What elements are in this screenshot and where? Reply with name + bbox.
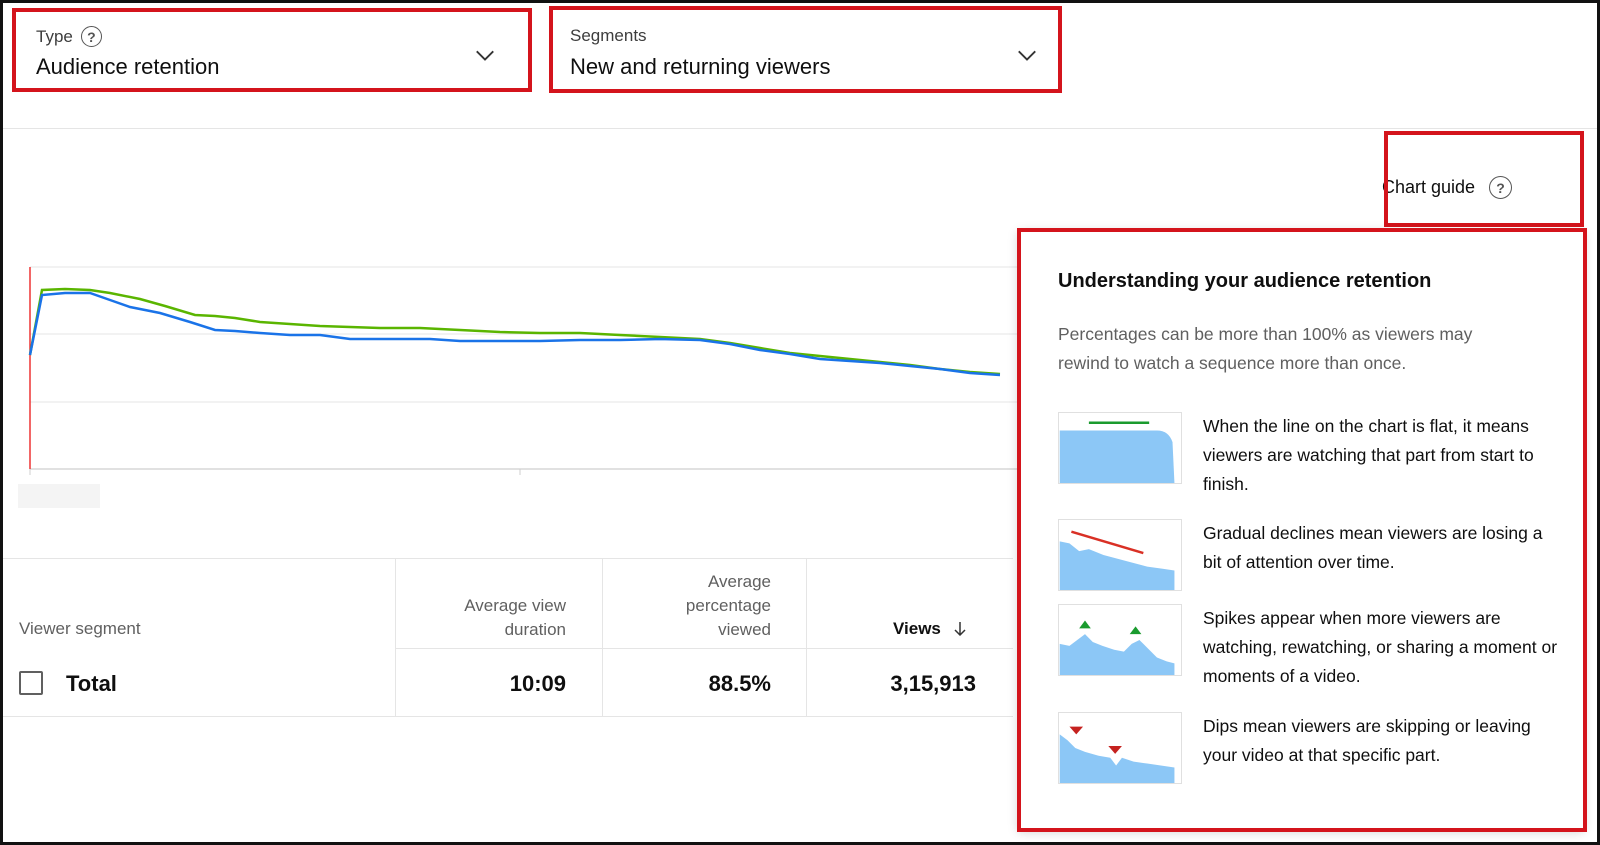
- divider: [3, 128, 1597, 129]
- chart-guide-highlight: [1384, 131, 1584, 227]
- x-axis-label-hidden: [18, 484, 100, 508]
- table-column-divider: [602, 558, 603, 716]
- table-divider: [3, 558, 1013, 559]
- retention-chart: [28, 266, 1020, 475]
- sort-descending-icon: [954, 622, 966, 637]
- chart-guide-panel-highlight: [1017, 228, 1587, 832]
- type-dropdown-highlight: [12, 8, 532, 92]
- cell-views: 3,15,913: [890, 671, 976, 696]
- segments-dropdown-highlight: [549, 6, 1062, 93]
- table-column-divider: [806, 558, 807, 716]
- total-checkbox[interactable]: [19, 671, 43, 695]
- header-views[interactable]: Views: [893, 617, 967, 641]
- row-label: Total: [66, 671, 117, 696]
- header-viewer-segment: Viewer segment: [19, 619, 141, 638]
- table-divider: [395, 648, 1013, 649]
- header-average-percentage-viewed[interactable]: Average percentage viewed: [686, 570, 771, 642]
- header-average-view-duration[interactable]: Average view duration: [464, 594, 566, 642]
- cell-average-percentage-viewed: 88.5%: [708, 671, 771, 696]
- table-divider: [3, 716, 1013, 717]
- table-column-divider: [395, 558, 396, 716]
- cell-average-view-duration: 10:09: [509, 671, 566, 696]
